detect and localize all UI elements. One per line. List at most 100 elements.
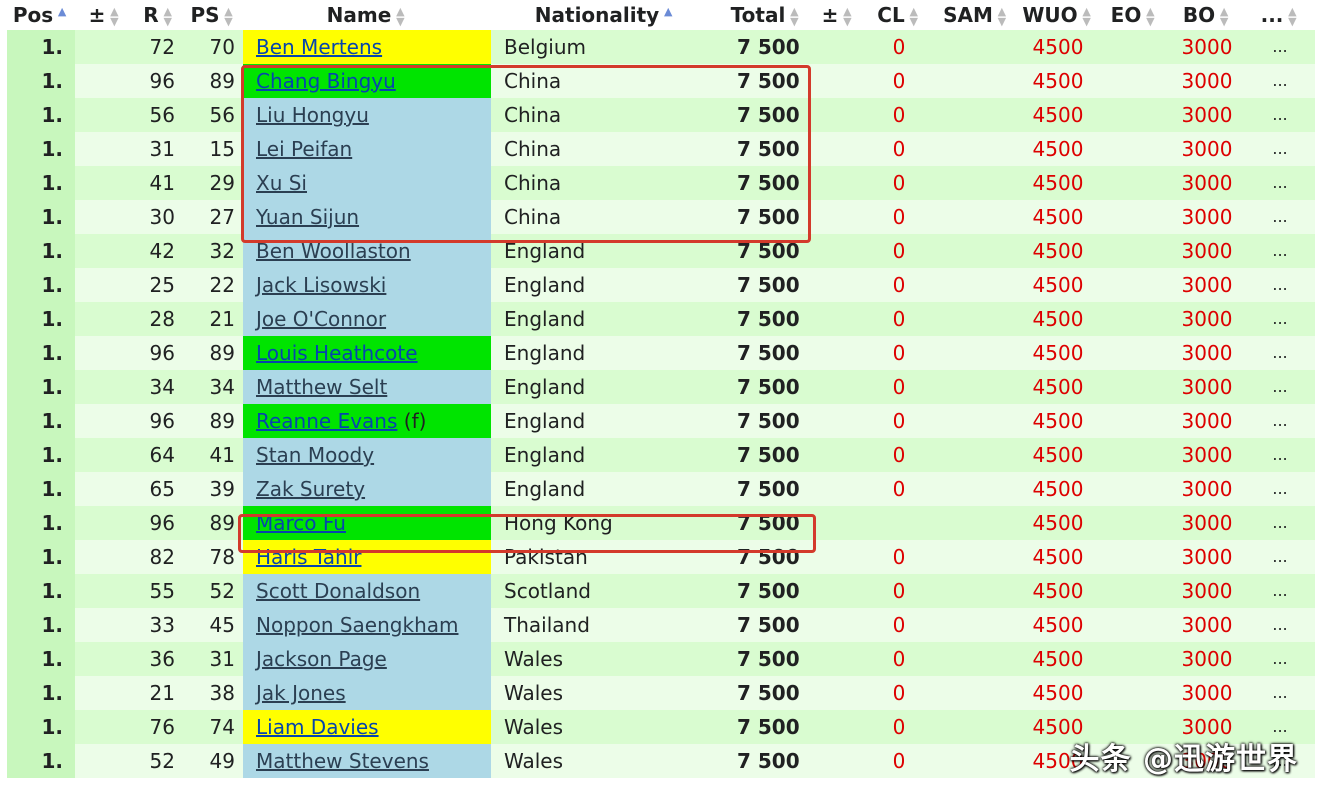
player-link[interactable]: Chang Bingyu bbox=[256, 69, 396, 93]
nationality-cell: England bbox=[491, 268, 719, 302]
bo-cell: 3000 bbox=[1169, 540, 1245, 574]
sort-arrows-icon[interactable]: ▲▼ bbox=[393, 6, 407, 27]
sort-arrows-icon[interactable]: ▲▼ bbox=[1285, 6, 1299, 27]
table-row: 1. 55 52 Scott Donaldson Scotland 7 500 0 4500 3… bbox=[7, 574, 1315, 608]
sort-arrows-icon[interactable]: ▲▼ bbox=[55, 6, 69, 27]
total-change-cell bbox=[813, 98, 863, 132]
column-header-r[interactable]: R ▲ ▼ bbox=[135, 0, 183, 30]
r-cell: 30 bbox=[135, 200, 183, 234]
cl-cell: 0 bbox=[863, 472, 935, 506]
bo-cell: 3000 bbox=[1169, 642, 1245, 676]
ps-cell: 21 bbox=[183, 302, 243, 336]
more-cell: ... bbox=[1245, 506, 1315, 540]
sort-arrows-icon[interactable]: ▲▼ bbox=[1143, 6, 1157, 27]
column-header-label: WUO bbox=[1022, 3, 1078, 27]
column-header-pm2[interactable]: ± ▲ ▼ bbox=[813, 0, 863, 30]
player-link[interactable]: Xu Si bbox=[256, 171, 307, 195]
player-link[interactable]: Yuan Sijun bbox=[256, 205, 359, 229]
sort-arrows-icon[interactable]: ▲▼ bbox=[107, 6, 121, 27]
sort-arrows-icon[interactable]: ▲▼ bbox=[1080, 6, 1094, 27]
bo-cell: 3000 bbox=[1169, 608, 1245, 642]
total-cell: 7 500 bbox=[719, 268, 813, 302]
eo-cell bbox=[1099, 540, 1169, 574]
total-change-cell bbox=[813, 268, 863, 302]
sort-arrows-icon[interactable]: ▲▼ bbox=[787, 6, 801, 27]
bo-cell: 3000 bbox=[1169, 132, 1245, 166]
sort-arrows-icon[interactable]: ▲▼ bbox=[661, 6, 675, 27]
bo-cell: 3000 bbox=[1169, 166, 1245, 200]
cl-cell: 0 bbox=[863, 200, 935, 234]
player-link[interactable]: Louis Heathcote bbox=[256, 341, 418, 365]
change-cell bbox=[75, 574, 135, 608]
player-link[interactable]: Ben Mertens bbox=[256, 35, 382, 59]
player-link[interactable]: Jak Jones bbox=[256, 681, 346, 705]
player-link[interactable]: Stan Moody bbox=[256, 443, 374, 467]
pos-cell: 1. bbox=[7, 608, 75, 642]
column-header-nationality[interactable]: Nationality▲▼ bbox=[491, 0, 719, 30]
sort-arrows-icon[interactable]: ▲▼ bbox=[907, 6, 921, 27]
column-header-cl[interactable]: CL ▲ ▼ bbox=[863, 0, 935, 30]
more-cell: ... bbox=[1245, 132, 1315, 166]
nationality-cell: China bbox=[491, 166, 719, 200]
column-header-more[interactable]: ... ▲ ▼ bbox=[1245, 0, 1315, 30]
player-link[interactable]: Liu Hongyu bbox=[256, 103, 369, 127]
column-header-sam[interactable]: SAM ▲ ▼ bbox=[935, 0, 1017, 30]
player-link[interactable]: Lei Peifan bbox=[256, 137, 352, 161]
pos-cell: 1. bbox=[7, 30, 75, 64]
player-name-cell: Matthew Stevens bbox=[243, 744, 491, 778]
player-link[interactable]: Liam Davies bbox=[256, 715, 379, 739]
sort-arrows-icon[interactable]: ▲▼ bbox=[161, 6, 175, 27]
bo-cell: 3000 bbox=[1169, 676, 1245, 710]
player-link[interactable]: Joe O'Connor bbox=[256, 307, 386, 331]
total-change-cell bbox=[813, 30, 863, 64]
bo-cell: 3000 bbox=[1169, 302, 1245, 336]
sam-cell bbox=[935, 676, 1017, 710]
table-row: 1. 41 29 Xu Si China 7 500 0 4500 3000... bbox=[7, 166, 1315, 200]
column-header-pos[interactable]: Pos▲▼ bbox=[7, 0, 75, 30]
r-cell: 33 bbox=[135, 608, 183, 642]
player-link[interactable]: Ben Woollaston bbox=[256, 239, 411, 263]
player-name-cell: Jackson Page bbox=[243, 642, 491, 676]
player-name-cell: Louis Heathcote bbox=[243, 336, 491, 370]
player-link[interactable]: Marco Fu bbox=[256, 511, 346, 535]
sort-arrows-icon[interactable]: ▲▼ bbox=[222, 6, 236, 27]
pos-cell: 1. bbox=[7, 132, 75, 166]
nationality-cell: England bbox=[491, 302, 719, 336]
total-change-cell bbox=[813, 438, 863, 472]
player-link[interactable]: Noppon Saengkham bbox=[256, 613, 458, 637]
player-link[interactable]: Reanne Evans bbox=[256, 409, 397, 433]
player-link[interactable]: Matthew Stevens bbox=[256, 749, 429, 773]
r-cell: 42 bbox=[135, 234, 183, 268]
sam-cell bbox=[935, 438, 1017, 472]
total-cell: 7 500 bbox=[719, 710, 813, 744]
player-link[interactable]: Jack Lisowski bbox=[256, 273, 386, 297]
table-row: 1. 96 89 Marco Fu Hong Kong 7 500 4500 3000... bbox=[7, 506, 1315, 540]
column-header-name[interactable]: Name ▲ ▼ bbox=[243, 0, 491, 30]
column-header-pm1[interactable]: ± ▲ ▼ bbox=[75, 0, 135, 30]
column-header-total[interactable]: Total ▲ ▼ bbox=[719, 0, 813, 30]
column-header-eo[interactable]: EO ▲ ▼ bbox=[1099, 0, 1169, 30]
column-header-ps[interactable]: PS ▲ ▼ bbox=[183, 0, 243, 30]
player-link[interactable]: Jackson Page bbox=[256, 647, 387, 671]
column-header-label: Nationality bbox=[534, 3, 660, 27]
ps-cell: 52 bbox=[183, 574, 243, 608]
player-link[interactable]: Scott Donaldson bbox=[256, 579, 420, 603]
sort-arrows-icon[interactable]: ▲▼ bbox=[840, 6, 854, 27]
more-cell: ... bbox=[1245, 370, 1315, 404]
player-link[interactable]: Zak Surety bbox=[256, 477, 365, 501]
ps-cell: 49 bbox=[183, 744, 243, 778]
player-link[interactable]: Haris Tahir bbox=[256, 545, 361, 569]
player-link[interactable]: Matthew Selt bbox=[256, 375, 387, 399]
player-name-cell: Lei Peifan bbox=[243, 132, 491, 166]
r-cell: 52 bbox=[135, 744, 183, 778]
column-header-wuo[interactable]: WUO ▲ ▼ bbox=[1017, 0, 1099, 30]
sort-arrows-icon[interactable]: ▲▼ bbox=[1217, 6, 1231, 27]
eo-cell bbox=[1099, 472, 1169, 506]
change-cell bbox=[75, 370, 135, 404]
column-header-bo[interactable]: BO ▲ ▼ bbox=[1169, 0, 1245, 30]
nationality-cell: China bbox=[491, 64, 719, 98]
sort-arrows-icon[interactable]: ▲▼ bbox=[995, 6, 1009, 27]
change-cell bbox=[75, 132, 135, 166]
pos-cell: 1. bbox=[7, 574, 75, 608]
ps-cell: 41 bbox=[183, 438, 243, 472]
